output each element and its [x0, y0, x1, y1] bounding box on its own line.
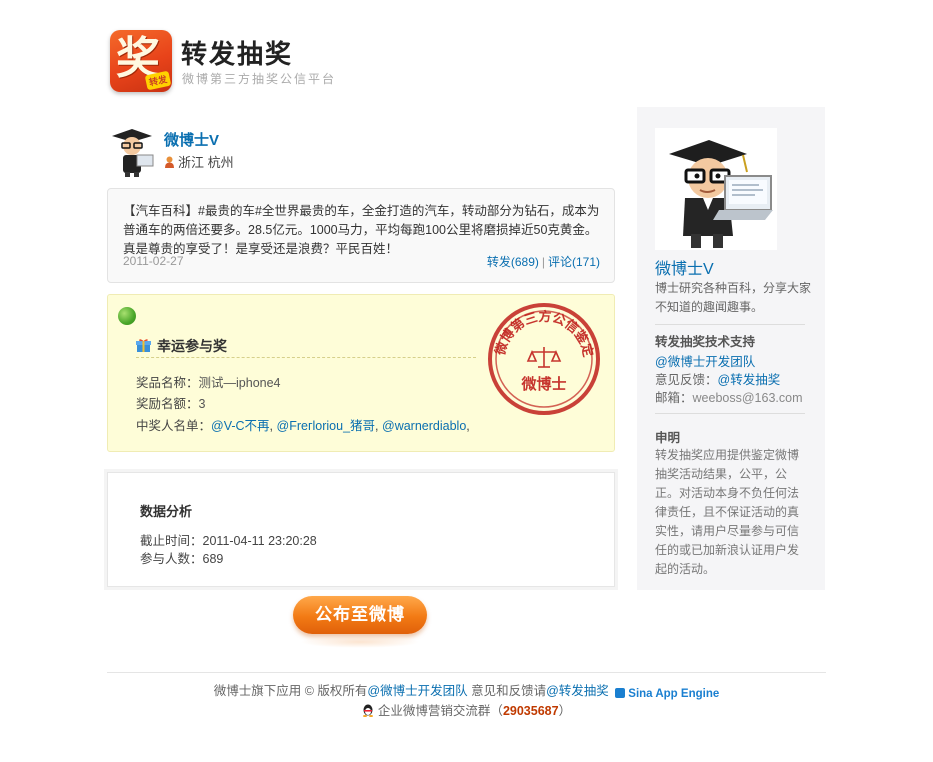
prize-count-row: 奖励名额：3: [136, 393, 205, 412]
post-date: 2011-02-27: [123, 254, 184, 268]
email-value: weeboss@163.com: [692, 391, 803, 405]
group-number[interactable]: 29035687: [503, 704, 559, 718]
footer-copyright: 微博士旗下应用 © 版权所有@微博士开发团队 意见和反馈请@转发抽奖 Sina …: [0, 680, 933, 700]
team-link[interactable]: @微博士开发团队: [655, 355, 755, 369]
certification-seal-icon: 微博第三方公信鉴定 微博士: [488, 303, 600, 415]
winner-separator: ,: [269, 419, 274, 433]
email-label: 邮箱：: [655, 391, 693, 405]
data-analysis-title: 数据分析: [140, 504, 193, 519]
email-row: 邮箱：weeboss@163.com: [655, 387, 802, 406]
participants-row: 参与人数：689: [140, 548, 223, 567]
feedback-row: 意见反馈：@转发抽奖: [655, 369, 780, 388]
sae-icon: [615, 688, 626, 698]
divider: [655, 413, 805, 414]
winners-row: 中奖人名单：@V-C不再, @Frегloriou_猪哥, @warnerdia…: [136, 415, 470, 434]
prize-count-value: 3: [198, 397, 206, 411]
prize-name-row: 奖品名称：测试—iphone4: [136, 372, 281, 391]
participants-label: 参与人数：: [140, 552, 203, 566]
group-label: 企业微博营销交流群（: [377, 704, 503, 718]
prize-title: 幸运参与奖: [136, 336, 227, 356]
user-name[interactable]: 微博士V: [164, 129, 219, 150]
data-analysis-card: 数据分析 截止时间：2011-04-11 23:20:28 参与人数：689: [107, 472, 615, 587]
user-location: 浙江 杭州: [164, 152, 234, 171]
prize-name-label: 奖品名称：: [136, 376, 199, 390]
statement-text: 转发抽奖应用提供鉴定微博抽奖活动结果，公平，公正。对活动本身不负任何法律责任，且…: [655, 448, 800, 576]
site-title: 转发抽奖: [181, 40, 294, 70]
sidebar: 微博士V 博士研究各种百科，分享大家不知道的趣闻趣事。 转发抽奖技术支持 @微博…: [637, 107, 825, 590]
prize-count-label: 奖励名额：: [136, 397, 199, 411]
team-row: @微博士开发团队: [655, 351, 755, 370]
sidebar-profile-name[interactable]: 微博士V: [655, 255, 714, 279]
sidebar-profile-desc: 博士研究各种百科，分享大家不知道的趣闻趣事。: [655, 281, 812, 314]
footer-team-link[interactable]: @微博士开发团队: [367, 684, 467, 698]
group-close: ）: [558, 704, 572, 718]
statement-title: 申明: [655, 431, 681, 445]
prize-card: 幸运参与奖 奖品名称：测试—iphone4 奖励名额：3 中奖人名单：@V-C不…: [107, 294, 615, 452]
winner-separator: ,: [466, 419, 470, 433]
footer-text: 微博士旗下应用 © 版权所有: [213, 684, 368, 698]
winners-label: 中奖人名单：: [136, 419, 212, 433]
winner-link[interactable]: @warnerdiablo: [382, 419, 466, 433]
feedback-link[interactable]: @转发抽奖: [718, 373, 781, 387]
repost-link[interactable]: 转发(689): [487, 255, 539, 269]
post-card: 【汽车百科】#最贵的车#全世界最贵的车，全金打造的汽车，转动部分为钻石，成本为普…: [107, 188, 615, 283]
footer-divider: [107, 672, 826, 673]
stats-separator: |: [541, 255, 545, 269]
button-reflection: [300, 636, 420, 648]
profile-avatar[interactable]: [655, 128, 777, 250]
footer-group: 企业微博营销交流群（29035687）: [0, 700, 933, 719]
seal-center-text: 微博士: [520, 375, 566, 393]
prize-name-value: 测试—iphone4: [198, 376, 281, 390]
person-icon: [165, 156, 174, 168]
footer-text: 意见和反馈请: [467, 684, 547, 698]
winner-link[interactable]: @V-C不再: [211, 419, 270, 433]
deadline-label: 截止时间：: [140, 534, 203, 548]
footer-feedback-link[interactable]: @转发抽奖: [546, 684, 609, 698]
prize-title-text: 幸运参与奖: [157, 338, 227, 354]
sae-label: Sina App Engine: [628, 688, 720, 700]
support-title: 转发抽奖技术支持: [655, 335, 756, 349]
publish-to-weibo-button[interactable]: 公布至微博: [293, 596, 427, 634]
qq-penguin-icon: [362, 704, 373, 717]
status-dot-icon: [118, 307, 136, 325]
winner-link[interactable]: @Frегloriou_猪哥: [277, 419, 376, 433]
deadline-row: 截止时间：2011-04-11 23:20:28: [140, 530, 317, 549]
sina-app-engine-logo[interactable]: Sina App Engine: [615, 688, 719, 700]
post-text: 【汽车百科】#最贵的车#全世界最贵的车，全金打造的汽车，转动部分为钻石，成本为普…: [123, 204, 600, 256]
location-text: 浙江 杭州: [178, 155, 234, 170]
site-subtitle: 微博第三方抽奖公信平台: [182, 72, 337, 86]
comment-link[interactable]: 评论(171): [548, 255, 600, 269]
participants-value: 689: [202, 552, 224, 566]
divider: [655, 324, 805, 325]
gift-icon: [136, 339, 151, 352]
deadline-value: 2011-04-11 23:20:28: [202, 534, 317, 548]
app-logo[interactable]: 奖 转发: [110, 30, 172, 92]
winner-separator: ,: [375, 419, 379, 433]
divider: [136, 357, 476, 358]
post-stats: 转发(689) | 评论(171): [487, 253, 600, 270]
feedback-label: 意见反馈：: [655, 373, 718, 387]
logo-tag: 转发: [144, 70, 172, 91]
user-avatar[interactable]: [107, 127, 157, 177]
